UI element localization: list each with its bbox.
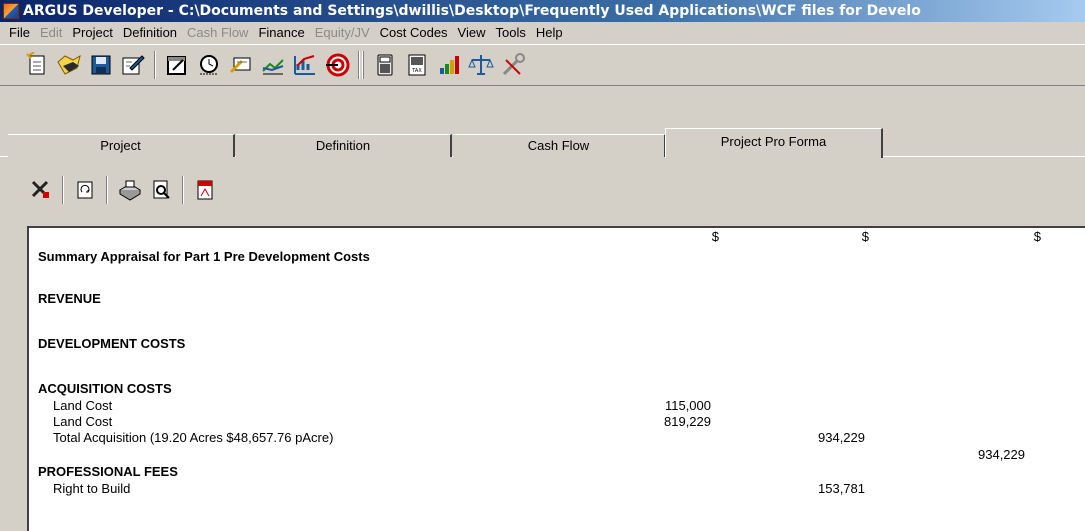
refresh-icon[interactable] xyxy=(70,175,100,205)
section-acquisition-costs: ACQUISITION COSTS xyxy=(38,381,172,396)
tab-cash-flow[interactable]: Cash Flow xyxy=(453,134,666,157)
report-title: Summary Appraisal for Part 1 Pre Develop… xyxy=(38,249,370,264)
chart-icon[interactable] xyxy=(258,50,288,80)
menu-view[interactable]: View xyxy=(453,23,491,43)
print-preview-icon[interactable] xyxy=(146,175,176,205)
filter-icon[interactable] xyxy=(26,175,56,205)
calculator-icon[interactable] xyxy=(370,50,400,80)
main-toolbar: TAX xyxy=(0,44,1085,86)
menu-project[interactable]: Project xyxy=(67,23,117,43)
row-label: Right to Build xyxy=(53,481,131,496)
row-value: 115,000 xyxy=(664,398,711,413)
toolbar-separator xyxy=(106,176,108,204)
notepad-icon[interactable] xyxy=(162,50,192,80)
menu-definition[interactable]: Definition xyxy=(118,23,182,43)
menu-help[interactable]: Help xyxy=(531,23,568,43)
row-label: Total Acquisition (19.20 Acres $48,657.7… xyxy=(53,430,334,445)
row-value: 934,229 xyxy=(818,430,865,445)
growth-chart-icon[interactable] xyxy=(290,50,320,80)
menu-finance[interactable]: Finance xyxy=(253,23,309,43)
row-label: Land Cost xyxy=(53,414,113,429)
tools-icon[interactable] xyxy=(498,50,528,80)
menu-edit[interactable]: Edit xyxy=(35,23,67,43)
row-label: Land Cost xyxy=(53,398,113,413)
title-bar: ARGUS Developer - C:\Documents and Setti… xyxy=(0,0,1085,22)
toolbar-separator xyxy=(182,176,184,204)
subtotal-value: 934,229 xyxy=(978,447,1025,462)
print-icon[interactable] xyxy=(114,175,144,205)
section-revenue: REVENUE xyxy=(38,291,101,306)
argus-app-icon xyxy=(3,3,19,19)
new-document-icon[interactable] xyxy=(22,50,52,80)
edit-icon[interactable] xyxy=(118,50,148,80)
menu-tools[interactable]: Tools xyxy=(491,23,531,43)
currency-header-3: $ xyxy=(1033,229,1041,244)
target-icon[interactable] xyxy=(322,50,352,80)
report-toolbar xyxy=(14,168,1085,212)
tax-calculator-icon[interactable]: TAX xyxy=(402,50,432,80)
menu-cash-flow[interactable]: Cash Flow xyxy=(182,23,253,43)
inputs-icon[interactable] xyxy=(226,50,256,80)
scales-icon[interactable] xyxy=(466,50,496,80)
tab-project-pro-forma[interactable]: Project Pro Forma xyxy=(665,128,883,158)
toolbar-separator xyxy=(62,176,64,204)
section-development-costs: DEVELOPMENT COSTS xyxy=(38,336,186,351)
currency-header-1: $ xyxy=(711,229,719,244)
tab-project[interactable]: Project xyxy=(8,134,235,157)
pdf-icon[interactable] xyxy=(190,175,220,205)
bar-chart-icon[interactable] xyxy=(434,50,464,80)
menu-file[interactable]: File xyxy=(4,23,35,43)
save-icon[interactable] xyxy=(86,50,116,80)
tab-definition[interactable]: Definition xyxy=(236,134,452,157)
row-value: 819,229 xyxy=(664,414,711,429)
toolbar-separator xyxy=(358,51,364,79)
menu-equity-jv[interactable]: Equity/JV xyxy=(310,23,375,43)
toolbar-separator xyxy=(154,51,156,79)
section-professional-fees: PROFESSIONAL FEES xyxy=(38,464,178,479)
pro-forma-report[interactable]: $ $ $ Summary Appraisal for Part 1 Pre D… xyxy=(27,226,1085,531)
svg-text:TAX: TAX xyxy=(411,68,422,74)
window-title: ARGUS Developer - C:\Documents and Setti… xyxy=(23,3,921,19)
currency-header-2: $ xyxy=(861,229,869,244)
menu-cost-codes[interactable]: Cost Codes xyxy=(375,23,453,43)
timer-icon[interactable] xyxy=(194,50,224,80)
row-value: 153,781 xyxy=(818,481,865,496)
open-folder-icon[interactable] xyxy=(54,50,84,80)
menu-bar: File Edit Project Definition Cash Flow F… xyxy=(0,22,1085,44)
